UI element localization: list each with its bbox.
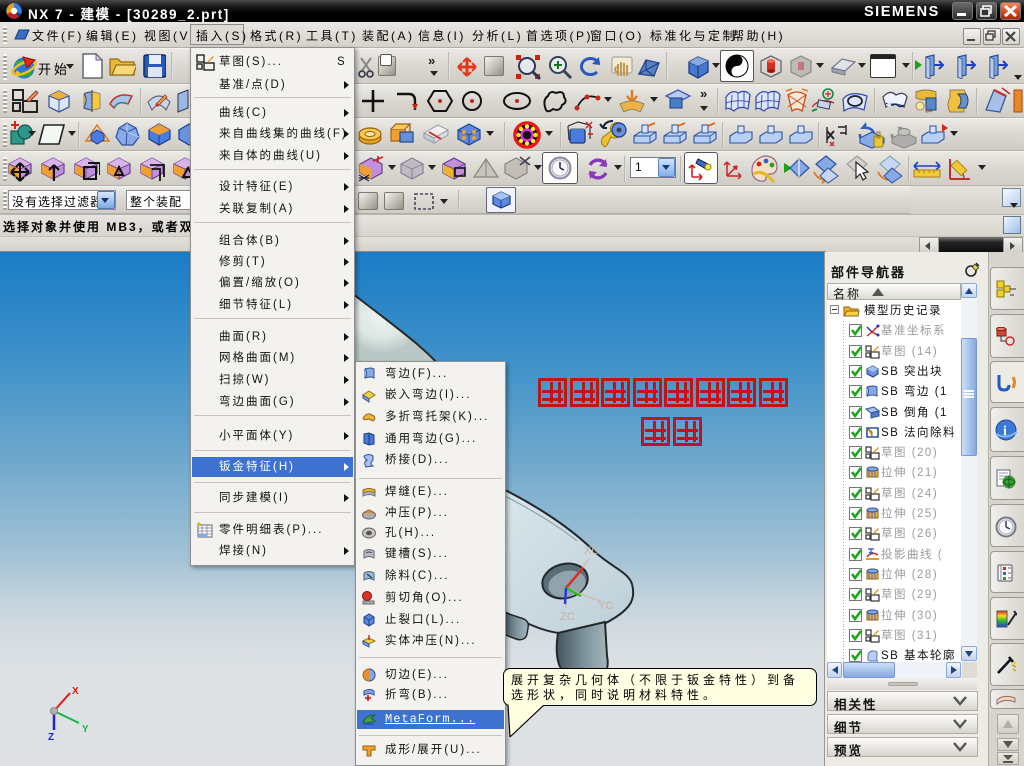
svg-text:Z: Z — [48, 732, 54, 742]
svg-text:Y: Y — [82, 724, 89, 735]
svg-text:YC: YC — [598, 600, 613, 612]
svg-text:XC: XC — [584, 545, 599, 557]
svg-text:X: X — [72, 686, 79, 697]
svg-text:ZC: ZC — [560, 611, 575, 623]
